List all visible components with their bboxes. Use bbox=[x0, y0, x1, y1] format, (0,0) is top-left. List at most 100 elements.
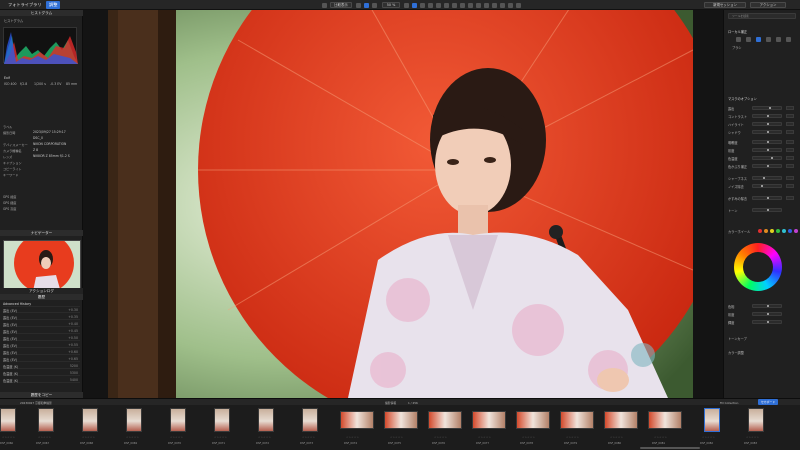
shadow-value[interactable] bbox=[786, 130, 794, 134]
film-thumb[interactable] bbox=[302, 408, 318, 432]
straighten-icon[interactable] bbox=[436, 2, 441, 8]
color-adjust-label[interactable]: カラー調整 bbox=[728, 350, 744, 355]
history-item[interactable]: 色温度 (K) bbox=[3, 365, 18, 369]
rating-stars[interactable]: ☆☆☆☆☆ bbox=[566, 436, 579, 439]
film-thumb[interactable] bbox=[604, 411, 638, 429]
film-thumb[interactable] bbox=[560, 411, 594, 429]
zoom-select[interactable]: 50 % bbox=[382, 2, 400, 8]
sharpness-slider[interactable] bbox=[752, 176, 782, 180]
layer-icon[interactable] bbox=[736, 37, 741, 42]
history-item[interactable]: 露出 (EV) bbox=[3, 344, 17, 348]
temperature-slider[interactable] bbox=[752, 156, 782, 160]
film-thumb[interactable] bbox=[384, 411, 418, 429]
heal-icon[interactable] bbox=[476, 2, 481, 8]
tone-curve-label[interactable]: トーンカーブ bbox=[728, 336, 747, 341]
swatch-aqua[interactable] bbox=[782, 229, 786, 233]
swatch-orange[interactable] bbox=[764, 229, 768, 233]
history-item[interactable]: Advanced History bbox=[3, 302, 31, 306]
mask-icon[interactable] bbox=[500, 2, 505, 8]
contrast-slider[interactable] bbox=[752, 114, 782, 118]
rating-stars[interactable]: ☆☆☆☆☆ bbox=[82, 436, 95, 439]
tool-search-input[interactable]: ツールを検索 bbox=[728, 13, 796, 19]
dehaze-value[interactable] bbox=[786, 196, 794, 200]
text-icon[interactable] bbox=[484, 2, 489, 8]
rating-stars[interactable]: ☆☆☆☆☆ bbox=[38, 436, 51, 439]
zoom-tool-icon[interactable] bbox=[420, 2, 425, 8]
history-item[interactable]: 色温度 (K) bbox=[3, 379, 18, 383]
local-adjust-section[interactable]: ローカル補正 bbox=[728, 29, 747, 34]
lum-slider[interactable] bbox=[752, 320, 782, 324]
rating-stars[interactable]: ☆☆☆☆☆ bbox=[2, 436, 15, 439]
select-tool-icon[interactable] bbox=[412, 2, 417, 8]
histogram-panel-title[interactable]: ヒストグラム bbox=[0, 10, 83, 16]
crop-icon[interactable] bbox=[356, 2, 361, 8]
sat-slider[interactable] bbox=[752, 312, 782, 316]
compare-button[interactable]: 比較表示 bbox=[330, 2, 352, 8]
tint-value[interactable] bbox=[786, 164, 794, 168]
history-panel-title[interactable]: 履歴 bbox=[0, 294, 83, 300]
film-thumb[interactable] bbox=[648, 411, 682, 429]
picker-icon[interactable] bbox=[468, 2, 473, 8]
swatch-magenta[interactable] bbox=[794, 229, 798, 233]
actions-button[interactable]: アクション bbox=[750, 2, 786, 8]
rotate-icon[interactable] bbox=[428, 2, 433, 8]
film-thumb[interactable] bbox=[258, 408, 274, 432]
tone-slider[interactable] bbox=[752, 208, 782, 212]
rating-stars[interactable]: ☆☆☆☆☆ bbox=[478, 436, 491, 439]
highlight-slider[interactable] bbox=[752, 122, 782, 126]
film-thumb[interactable] bbox=[0, 408, 16, 432]
swatch-green[interactable] bbox=[776, 229, 780, 233]
highlight-value[interactable] bbox=[786, 122, 794, 126]
shadow-slider[interactable] bbox=[752, 130, 782, 134]
film-thumb[interactable] bbox=[340, 411, 374, 429]
rating-stars[interactable]: ☆☆☆☆☆ bbox=[522, 436, 535, 439]
rating-stars[interactable]: ☆☆☆☆☆ bbox=[258, 436, 271, 439]
rating-stars[interactable]: ☆☆☆☆☆ bbox=[126, 436, 139, 439]
delete-icon[interactable] bbox=[786, 37, 791, 42]
brush-label[interactable]: ブラシ bbox=[732, 45, 742, 50]
exposure-value[interactable] bbox=[786, 106, 794, 110]
tab-library[interactable]: フォトライブラリ bbox=[5, 1, 45, 9]
swatch-blue[interactable] bbox=[788, 229, 792, 233]
grid-view-icon[interactable] bbox=[322, 2, 327, 8]
contrast-value[interactable] bbox=[786, 114, 794, 118]
eraser-mask-icon[interactable] bbox=[766, 37, 771, 42]
history-item[interactable]: 露出 (EV) bbox=[3, 316, 17, 320]
folder-path[interactable]: 20230927 京都和傘撮影 bbox=[20, 401, 52, 405]
rating-stars[interactable]: ☆☆☆☆☆ bbox=[302, 436, 315, 439]
color-wheel[interactable] bbox=[734, 243, 782, 291]
undo-icon[interactable] bbox=[508, 2, 513, 8]
mask-options-title[interactable]: マスクのオプション bbox=[728, 96, 757, 101]
film-thumb[interactable] bbox=[38, 408, 54, 432]
tab-adjust[interactable]: 調整 bbox=[46, 1, 61, 9]
rating-stars[interactable]: ☆☆☆☆☆ bbox=[610, 436, 623, 439]
sharpness-value[interactable] bbox=[786, 176, 794, 180]
mask-add-icon[interactable] bbox=[746, 37, 751, 42]
rating-stars[interactable]: ☆☆☆☆☆ bbox=[654, 436, 667, 439]
rating-stars[interactable]: ☆☆☆☆☆ bbox=[434, 436, 447, 439]
film-thumb-selected[interactable] bbox=[704, 408, 720, 432]
swatch-red[interactable] bbox=[758, 229, 762, 233]
hand-tool-icon[interactable] bbox=[404, 2, 409, 8]
rating-stars[interactable]: ☆☆☆☆☆ bbox=[214, 436, 227, 439]
film-thumb[interactable] bbox=[170, 408, 186, 432]
clarity-slider[interactable] bbox=[752, 140, 782, 144]
rating-stars[interactable]: ☆☆☆☆☆ bbox=[346, 436, 359, 439]
image-viewer[interactable] bbox=[83, 10, 723, 398]
main-photo[interactable] bbox=[108, 10, 693, 398]
noise-value[interactable] bbox=[786, 184, 794, 188]
history-item[interactable]: 露出 (EV) bbox=[3, 330, 17, 334]
navigator-panel-title[interactable]: ナビゲーター bbox=[0, 230, 83, 236]
redo-icon[interactable] bbox=[516, 2, 521, 8]
rating-stars[interactable]: ☆☆☆☆☆ bbox=[702, 436, 715, 439]
history-item[interactable]: 露出 (EV) bbox=[3, 358, 17, 362]
rating-stars[interactable]: ☆☆☆☆☆ bbox=[170, 436, 183, 439]
history-item[interactable]: 色温度 (K) bbox=[3, 372, 18, 376]
stamp-icon[interactable] bbox=[492, 2, 497, 8]
fill-icon[interactable] bbox=[776, 37, 781, 42]
film-thumb[interactable] bbox=[214, 408, 230, 432]
temperature-value[interactable] bbox=[786, 156, 794, 160]
saturation-value[interactable] bbox=[786, 148, 794, 152]
hue-slider[interactable] bbox=[752, 304, 782, 308]
film-thumb[interactable] bbox=[126, 408, 142, 432]
